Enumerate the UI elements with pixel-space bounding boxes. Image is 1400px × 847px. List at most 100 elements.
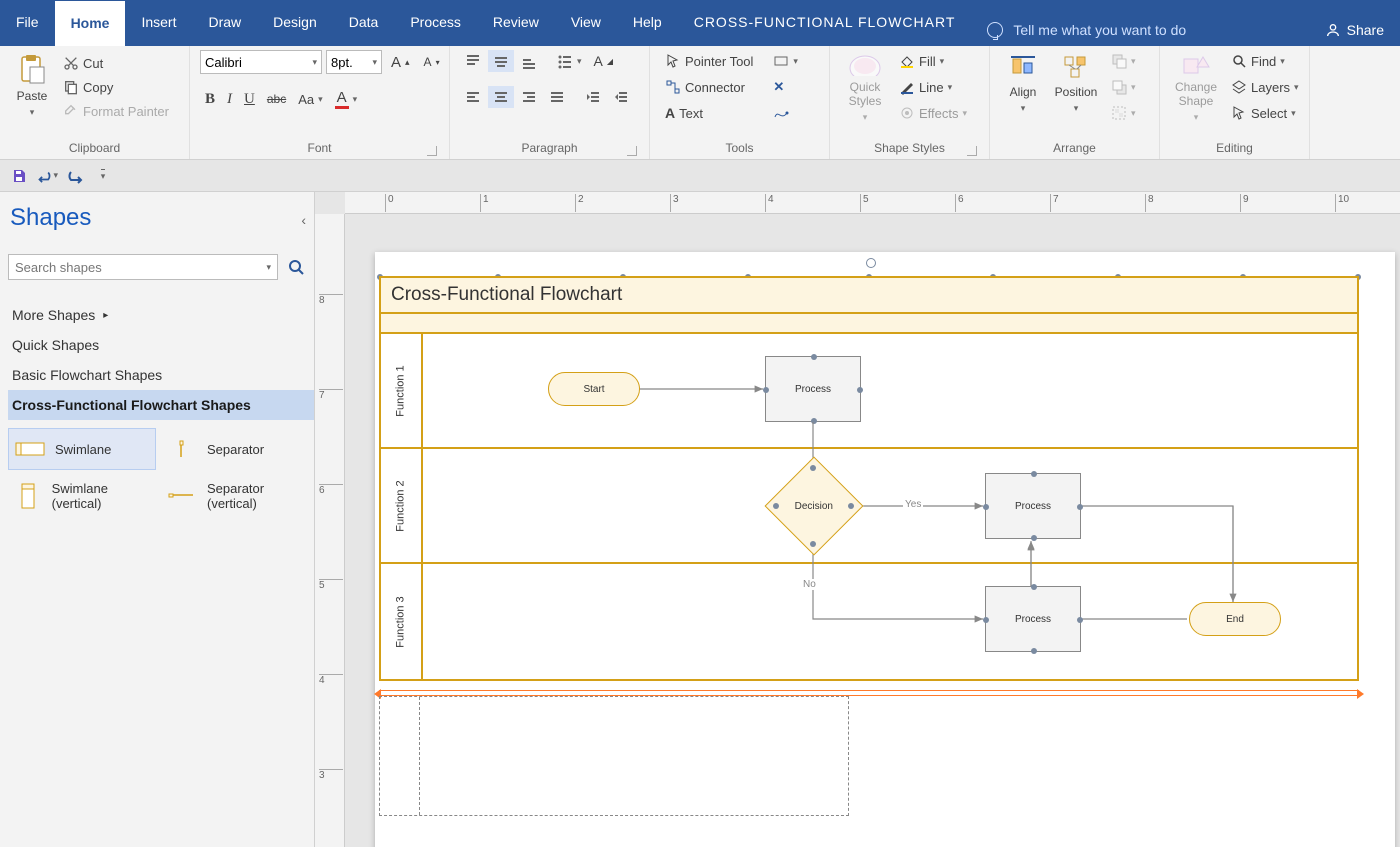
font-family-select[interactable]: Calibri▾: [200, 50, 322, 74]
format-painter-button[interactable]: Format Painter: [58, 100, 174, 122]
align-right-button[interactable]: [516, 86, 542, 108]
position-button[interactable]: Position▾: [1050, 50, 1102, 126]
change-shape-button[interactable]: Change Shape▾: [1170, 50, 1222, 126]
quick-styles-button[interactable]: Quick Styles▾: [840, 50, 890, 126]
font-size-select[interactable]: 8pt.▾: [326, 50, 382, 74]
bring-front-button[interactable]: ▾: [1106, 50, 1141, 72]
align-middle-button[interactable]: [488, 50, 514, 72]
group-button[interactable]: ▾: [1106, 102, 1141, 124]
redo-icon: [65, 168, 85, 184]
pointer-tool-button[interactable]: Pointer Tool: [660, 50, 758, 72]
align-bottom-button[interactable]: [516, 50, 542, 72]
lane-1-label[interactable]: Function 1: [381, 334, 423, 447]
collapse-panel-button[interactable]: ‹: [301, 212, 306, 228]
shapestyles-launcher-icon[interactable]: [967, 146, 977, 156]
start-node[interactable]: Start: [548, 372, 640, 406]
canvas[interactable]: 0 1 2 3 4 5 6 7 8 9 10 8 7 6 5 4 3: [315, 192, 1400, 847]
lane-2-label[interactable]: Function 2: [381, 449, 423, 562]
effects-button[interactable]: Effects▾: [894, 102, 972, 124]
tab-review[interactable]: Review: [477, 0, 555, 46]
group-label-editing: Editing: [1170, 139, 1299, 159]
shape-swimlane[interactable]: Swimlane: [8, 428, 156, 470]
tab-data[interactable]: Data: [333, 0, 395, 46]
stencil-crossfunc[interactable]: Cross-Functional Flowchart Shapes: [8, 390, 314, 420]
tell-me[interactable]: Tell me what you want to do: [971, 0, 1202, 46]
text-tool-button[interactable]: AText: [660, 102, 758, 124]
swimlane-phase-header[interactable]: [381, 314, 1357, 334]
align-button[interactable]: Align▾: [1000, 50, 1046, 126]
ink-tool-button[interactable]: [768, 102, 803, 124]
qat-customize-button[interactable]: ▾: [92, 165, 114, 187]
cut-button[interactable]: Cut: [58, 52, 174, 74]
stencil-more[interactable]: More Shapes▸: [8, 300, 314, 330]
tab-help[interactable]: Help: [617, 0, 678, 46]
tab-home[interactable]: Home: [55, 0, 126, 46]
share-label: Share: [1347, 22, 1384, 38]
swimlane-container[interactable]: Cross-Functional Flowchart Function 1 St…: [379, 276, 1359, 681]
rotate-handle[interactable]: [866, 258, 876, 268]
align-middle-icon: [493, 53, 509, 69]
process-node-1[interactable]: Process: [765, 356, 861, 422]
layers-button[interactable]: Layers▾: [1226, 76, 1304, 98]
underline-button[interactable]: U: [239, 88, 260, 111]
paragraph-launcher-icon[interactable]: [627, 146, 637, 156]
bullets-button[interactable]: ▾: [552, 50, 587, 72]
tab-view[interactable]: View: [555, 0, 617, 46]
shrink-font-button[interactable]: A▾: [419, 52, 445, 72]
process-node-2[interactable]: Process: [985, 473, 1081, 539]
save-button[interactable]: [8, 165, 30, 187]
font-launcher-icon[interactable]: [427, 146, 437, 156]
align-center-button[interactable]: [488, 86, 514, 108]
lane-3[interactable]: Function 3 Process End: [381, 564, 1357, 679]
search-icon: [287, 258, 305, 276]
process-node-3[interactable]: Process: [985, 586, 1081, 652]
paste-button[interactable]: Paste ▾: [10, 50, 54, 126]
connector-tool-button[interactable]: Connector: [660, 76, 758, 98]
shapes-title: Shapes: [8, 204, 314, 232]
edge-yes: Yes: [903, 499, 923, 510]
tab-insert[interactable]: Insert: [125, 0, 192, 46]
align-left-button[interactable]: [460, 86, 486, 108]
strike-button[interactable]: abc: [262, 89, 291, 109]
align-top-button[interactable]: [460, 50, 486, 72]
rectangle-tool-button[interactable]: ▾: [768, 50, 803, 72]
align-justify-button[interactable]: [544, 86, 570, 108]
bold-button[interactable]: B: [200, 88, 220, 111]
clear-format-button[interactable]: A◢: [589, 50, 619, 72]
tab-file[interactable]: File: [0, 0, 55, 46]
decrease-indent-button[interactable]: [580, 86, 606, 108]
select-button[interactable]: Select▾: [1226, 102, 1304, 124]
fill-button[interactable]: Fill▾: [894, 50, 972, 72]
connection-point-button[interactable]: ✕: [768, 76, 803, 98]
search-shapes-input[interactable]: Search shapes▾: [8, 254, 278, 280]
font-color-button[interactable]: A▾: [330, 86, 363, 112]
page[interactable]: Cross-Functional Flowchart Function 1 St…: [375, 252, 1395, 847]
tab-design[interactable]: Design: [257, 0, 333, 46]
increase-indent-button[interactable]: [608, 86, 634, 108]
shape-separator[interactable]: Separator: [160, 428, 308, 470]
undo-button[interactable]: ▾: [36, 165, 58, 187]
line-button[interactable]: Line▾: [894, 76, 972, 98]
shape-swimlane-v[interactable]: Swimlane (vertical): [8, 472, 156, 520]
stencil-basic[interactable]: Basic Flowchart Shapes: [8, 360, 314, 390]
stencil-quick[interactable]: Quick Shapes: [8, 330, 314, 360]
shape-separator-v[interactable]: Separator (vertical): [160, 472, 308, 520]
tab-draw[interactable]: Draw: [192, 0, 257, 46]
lane-3-label[interactable]: Function 3: [381, 564, 423, 679]
find-button[interactable]: Find▾: [1226, 50, 1304, 72]
copy-button[interactable]: Copy: [58, 76, 174, 98]
search-button[interactable]: [284, 255, 308, 279]
lane-1[interactable]: Function 1 Start Process: [381, 334, 1357, 449]
grow-font-button[interactable]: A▴: [386, 51, 415, 74]
share-button[interactable]: Share: [1309, 0, 1400, 46]
swimlane-v-icon: [19, 483, 37, 509]
redo-button[interactable]: [64, 165, 86, 187]
swimlane-icon: [15, 440, 45, 458]
italic-button[interactable]: I: [222, 88, 237, 111]
change-case-button[interactable]: Aa▾: [293, 89, 327, 110]
swimlane-title[interactable]: Cross-Functional Flowchart: [381, 278, 1357, 314]
lane-2[interactable]: Function 2 Yes No Decision: [381, 449, 1357, 564]
send-back-button[interactable]: ▾: [1106, 76, 1141, 98]
tab-process[interactable]: Process: [394, 0, 477, 46]
end-node[interactable]: End: [1189, 602, 1281, 636]
